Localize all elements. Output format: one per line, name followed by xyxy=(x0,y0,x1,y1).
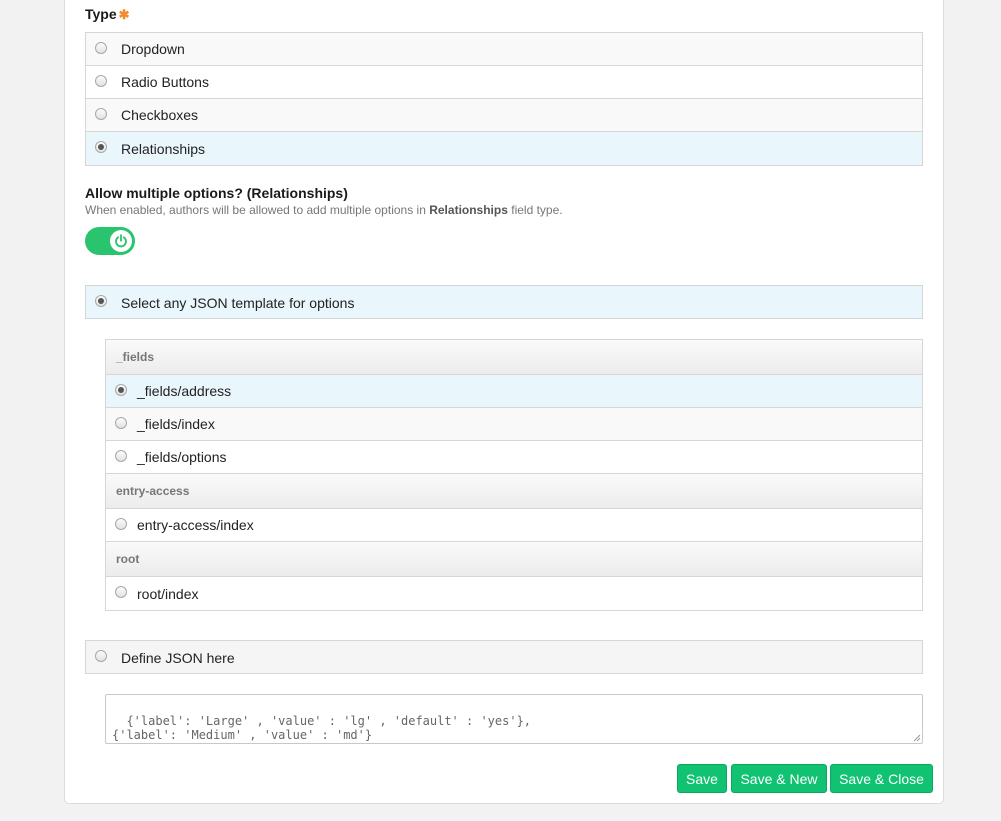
toggle-knob xyxy=(110,230,132,252)
allow-multiple-title: Allow multiple options? (Relationships) xyxy=(85,185,348,201)
template-item-root-index[interactable]: root/index xyxy=(106,577,922,610)
template-item-fields-options[interactable]: _fields/options xyxy=(106,441,922,474)
radio-checkboxes[interactable] xyxy=(95,108,107,120)
template-item-label: _fields/index xyxy=(137,416,215,432)
template-item-entry-access-index[interactable]: entry-access/index xyxy=(106,509,922,542)
type-label: Type ✱ xyxy=(85,6,130,23)
type-option-label: Relationships xyxy=(121,140,206,157)
type-option-relationships[interactable]: Relationships xyxy=(86,132,922,165)
template-item-label: _fields/address xyxy=(137,383,232,399)
select-json-template-label: Select any JSON template for options xyxy=(121,295,355,311)
type-label-text: Type xyxy=(85,6,117,22)
radio-dropdown[interactable] xyxy=(95,42,107,54)
type-option-label: Dropdown xyxy=(121,41,185,57)
save-and-close-button[interactable]: Save & Close xyxy=(830,764,933,793)
template-item-fields-index[interactable]: _fields/index xyxy=(106,408,922,441)
type-option-radio-buttons[interactable]: Radio Buttons xyxy=(86,66,922,99)
desc-bold: Relationships xyxy=(429,203,508,217)
template-item-fields-address[interactable]: _fields/address xyxy=(106,375,922,408)
radio-radio-buttons[interactable] xyxy=(95,75,107,87)
type-option-dropdown[interactable]: Dropdown xyxy=(86,33,922,66)
power-icon xyxy=(115,234,127,248)
template-group-header: root xyxy=(106,542,922,577)
json-textarea-value: {'label': 'Large' , 'value' : 'lg' , 'de… xyxy=(112,714,532,742)
radio-relationships[interactable] xyxy=(95,141,107,153)
allow-multiple-toggle[interactable] xyxy=(85,227,135,255)
json-template-list: _fields _fields/address _fields/index _f… xyxy=(105,339,923,611)
template-group-header: _fields xyxy=(106,340,922,375)
json-textarea[interactable]: {'label': 'Large' , 'value' : 'lg' , 'de… xyxy=(105,694,923,744)
required-icon: ✱ xyxy=(118,7,130,22)
save-and-new-button[interactable]: Save & New xyxy=(731,764,827,793)
radio-template[interactable] xyxy=(115,450,127,462)
template-item-label: root/index xyxy=(137,585,199,602)
desc-prefix: When enabled, authors will be allowed to… xyxy=(85,203,430,217)
select-json-template-option[interactable]: Select any JSON template for options xyxy=(85,285,923,319)
type-option-label: Radio Buttons xyxy=(121,74,209,90)
template-item-label: _fields/options xyxy=(137,449,227,465)
radio-template[interactable] xyxy=(115,384,127,396)
radio-select-json-template[interactable] xyxy=(95,295,107,307)
define-json-label: Define JSON here xyxy=(121,650,235,666)
define-json-option[interactable]: Define JSON here xyxy=(85,640,923,674)
save-button[interactable]: Save xyxy=(677,764,727,793)
type-options: Dropdown Radio Buttons Checkboxes Relati… xyxy=(85,32,923,166)
resize-handle-icon[interactable] xyxy=(913,734,921,742)
radio-template[interactable] xyxy=(115,417,127,429)
allow-multiple-description: When enabled, authors will be allowed to… xyxy=(85,203,563,217)
desc-suffix: field type. xyxy=(507,203,563,217)
template-item-label: entry-access/index xyxy=(137,517,254,533)
type-option-label: Checkboxes xyxy=(121,107,199,123)
radio-template[interactable] xyxy=(115,518,127,530)
radio-define-json[interactable] xyxy=(95,650,107,662)
template-group-header: entry-access xyxy=(106,474,922,509)
type-option-checkboxes[interactable]: Checkboxes xyxy=(86,99,922,132)
radio-template[interactable] xyxy=(115,586,127,598)
